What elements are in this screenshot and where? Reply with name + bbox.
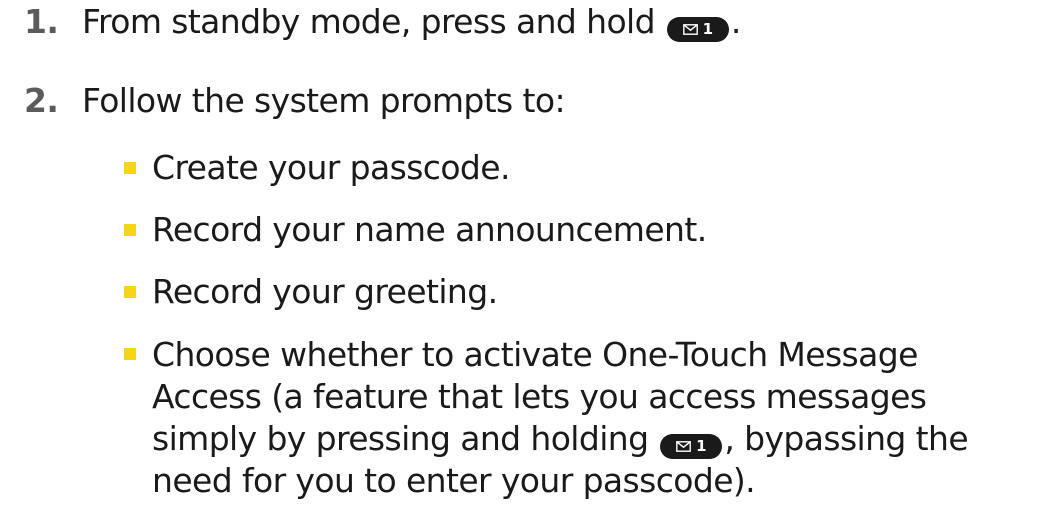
step-text-end: . [730,2,741,41]
list-item-text: Record your name announcement. [152,210,707,249]
envelope-icon [682,24,698,35]
list-item: Create your passcode. [124,148,968,188]
list-item-text: Create your passcode. [152,148,510,187]
prompt-list: Create your passcode. Record your name a… [124,148,969,524]
envelope-icon [676,441,692,452]
bullet-square [124,286,136,298]
list-item-line: Choose whether to activate One-Touch Mes… [152,335,918,374]
instruction-document: 1. From standby mode, press and hold 1. 2… [0,0,1048,518]
key-digit: 1 [696,437,707,455]
bullet-square [124,348,136,360]
list-item: Record your greeting. [124,272,968,312]
bullet-square [124,162,136,174]
list-item-line: simply by pressing and holding [152,419,659,458]
step-number: 2. [24,81,59,120]
list-item: Record your name announcement. [124,210,968,250]
key-digit: 1 [702,20,714,38]
list-item-line: Access (a feature that lets you access m… [152,377,927,416]
list-item: Choose whether to activate One-Touch Mes… [124,334,969,502]
step-number: 1. [24,2,59,41]
list-item-text: Record your greeting. [152,272,498,311]
step-2: 2. Follow the system prompts to: [24,81,566,121]
envelope-1-key-icon: 1 [666,17,729,42]
envelope-1-key-icon: 1 [660,434,723,459]
step-text: From standby mode, press and hold [82,2,665,41]
step-1: 1. From standby mode, press and hold 1. [24,2,741,42]
list-item-line: , bypassing the [724,419,969,458]
bullet-square [124,224,136,236]
step-text: Follow the system prompts to: [82,81,566,120]
list-item-line: need for you to enter your passcode). [152,461,756,500]
